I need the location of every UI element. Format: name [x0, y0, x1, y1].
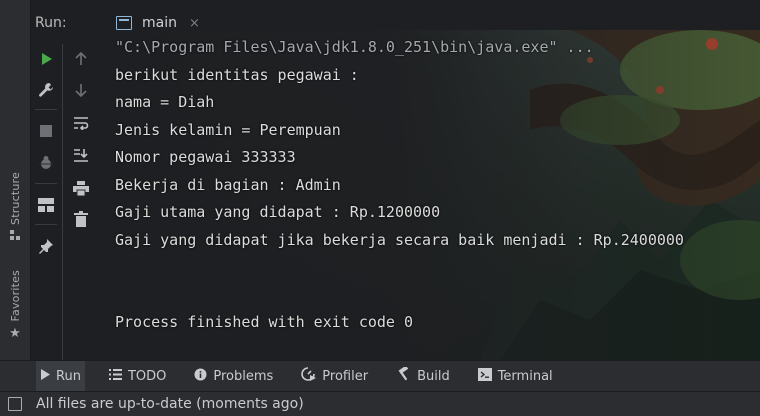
tab-build-label: Build: [417, 368, 450, 384]
console-command-line: "C:\Program Files\Java\jdk1.8.0_251\bin\…: [115, 38, 594, 56]
toolbar-divider: [35, 183, 57, 184]
tab-main-label: main: [142, 15, 177, 31]
print-icon: [73, 180, 89, 196]
status-bar: All files are up-to-date (moments ago): [0, 391, 760, 416]
run-toolbar: [30, 44, 62, 360]
toggle-tool-windows-icon[interactable]: [8, 397, 22, 411]
pin-icon: [39, 239, 53, 254]
scroll-to-end-icon: [74, 149, 88, 162]
structure-icon: [9, 229, 21, 245]
hammer-icon: [396, 365, 411, 385]
toolbar-divider: [35, 224, 57, 225]
soft-wrap-button[interactable]: [67, 110, 95, 136]
tab-profiler-label: Profiler: [322, 368, 369, 384]
rerun-button[interactable]: [32, 46, 60, 72]
stop-button[interactable]: [32, 118, 60, 144]
scroll-down-button[interactable]: [67, 77, 95, 103]
structure-tab[interactable]: Structure: [0, 172, 30, 245]
toolbar-divider: [35, 109, 57, 110]
structure-tab-label: Structure: [8, 172, 22, 225]
run-panel-title: Run:: [35, 15, 67, 31]
profiler-icon: [301, 367, 317, 385]
layout-icon: [38, 198, 54, 212]
tab-problems[interactable]: Problems: [190, 361, 277, 391]
left-tool-strip: Structure Favorites ★: [0, 0, 31, 360]
tab-problems-label: Problems: [213, 368, 274, 384]
debug-icon: [39, 156, 53, 169]
play-icon: [40, 368, 50, 384]
tab-todo-label: TODO: [127, 368, 167, 384]
tab-run-label: Run: [56, 368, 81, 384]
favorites-tab[interactable]: Favorites ★: [0, 270, 30, 341]
stop-icon: [40, 125, 52, 137]
console-line: Nomor pegawai 333333: [115, 148, 296, 166]
console-line: Bekerja di bagian : Admin: [115, 175, 341, 194]
list-icon: [108, 368, 122, 384]
tab-profiler[interactable]: Profiler: [297, 361, 372, 391]
tool-window-bar: Run TODO Problems Profiler Build Termina…: [0, 360, 760, 391]
console-line: Gaji utama yang didapat : Rp.1200000: [115, 203, 441, 221]
tab-terminal[interactable]: Terminal: [474, 361, 557, 391]
tab-todo[interactable]: TODO: [105, 361, 170, 391]
debug-button[interactable]: [32, 150, 60, 176]
info-icon: [194, 368, 207, 385]
settings-button[interactable]: [32, 77, 60, 103]
print-button[interactable]: [67, 175, 95, 201]
scroll-up-button[interactable]: [67, 46, 95, 72]
star-icon: ★: [9, 325, 21, 341]
tab-build[interactable]: Build: [392, 361, 454, 391]
layout-button[interactable]: [32, 192, 60, 218]
console-line: berikut identitas pegawai :: [115, 65, 359, 84]
trash-icon: [74, 211, 88, 227]
arrow-up-icon: [75, 52, 87, 65]
console-output[interactable]: "C:\Program Files\Java\jdk1.8.0_251\bin\…: [100, 30, 760, 360]
close-icon[interactable]: ×: [189, 16, 200, 31]
pin-tab-button[interactable]: [32, 233, 60, 259]
scroll-to-end-button[interactable]: [67, 142, 95, 168]
run-icon: [42, 53, 52, 65]
wrench-icon: [39, 83, 53, 97]
console-toolbar: [62, 44, 101, 360]
console-lines: "C:\Program Files\Java\jdk1.8.0_251\bin\…: [115, 34, 760, 337]
tab-run[interactable]: Run: [36, 361, 85, 391]
favorites-tab-label: Favorites: [8, 270, 22, 322]
console-line: nama = Diah: [115, 93, 215, 111]
console-icon: [116, 16, 132, 30]
arrow-down-icon: [75, 84, 87, 97]
tab-terminal-label: Terminal: [497, 368, 553, 384]
soft-wrap-icon: [74, 117, 89, 130]
console-line: Gaji yang didapat jika bekerja secara ba…: [115, 230, 684, 249]
status-message: All files are up-to-date (moments ago): [36, 396, 304, 412]
console-line: Jenis kelamin = Perempuan: [115, 120, 341, 139]
clear-all-button[interactable]: [67, 206, 95, 232]
terminal-icon: [477, 367, 492, 385]
console-exit-line: Process finished with exit code 0: [115, 313, 414, 331]
